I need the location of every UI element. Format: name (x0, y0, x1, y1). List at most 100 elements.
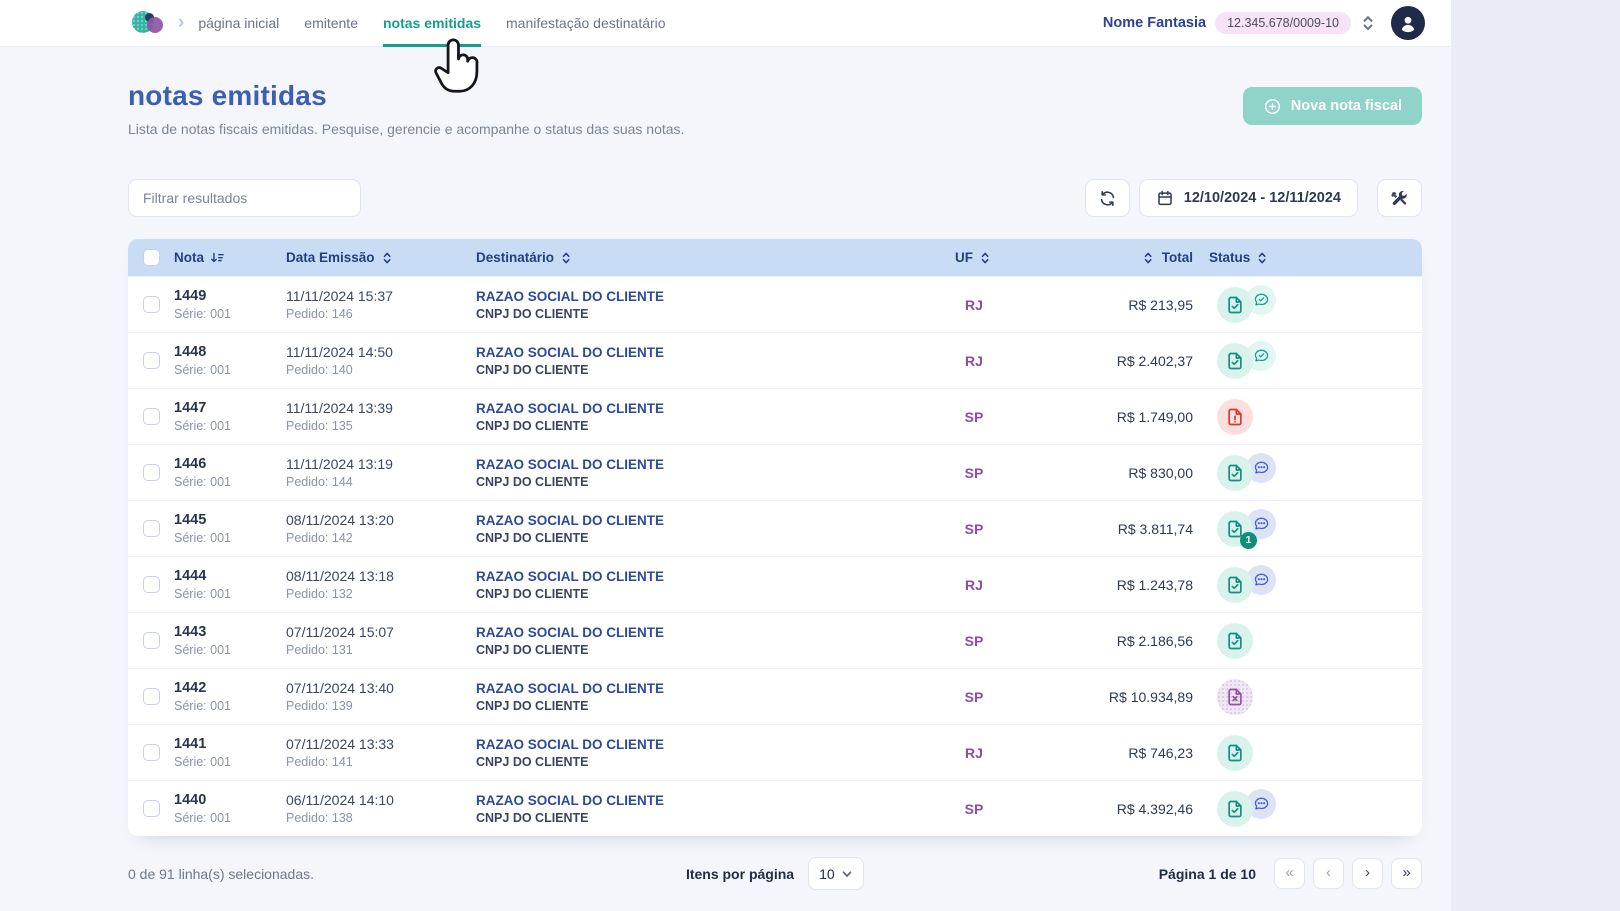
table-row[interactable]: 1444 Série: 001 08/11/2024 13:18 Pedido:… (128, 556, 1422, 612)
tools-wrench-screwdriver-icon (1391, 190, 1407, 205)
plus-circle-icon (1264, 98, 1280, 114)
uf-state: SP (964, 408, 984, 425)
company-switcher-chevrons-icon[interactable] (1360, 15, 1376, 31)
nav-item-emitente[interactable]: emitente (304, 0, 358, 47)
uf-state: SP (964, 688, 984, 705)
refresh-button[interactable] (1084, 179, 1130, 217)
order-number: Pedido: 140 (286, 363, 353, 377)
col-header-status[interactable]: Status (1209, 250, 1250, 265)
table-header-row: Nota Data Emissão Destinatário UF Total … (128, 239, 1422, 276)
new-invoice-button[interactable]: Nova nota fiscal (1242, 87, 1422, 125)
sort-chevrons-icon[interactable] (979, 251, 993, 265)
recipient-cnpj: CNPJ DO CLIENTE (476, 474, 589, 489)
row-checkbox[interactable] (142, 464, 160, 481)
recipient-cnpj: CNPJ DO CLIENTE (476, 586, 589, 601)
recipient-name: RAZAO SOCIAL DO CLIENTE (476, 344, 665, 360)
status-cell (1209, 788, 1349, 827)
uf-state: RJ (965, 576, 983, 593)
recipient-name: RAZAO SOCIAL DO CLIENTE (476, 400, 665, 416)
table-row[interactable]: 1442 Série: 001 07/11/2024 13:40 Pedido:… (128, 668, 1422, 724)
total-amount: R$ 1.749,00 (1116, 408, 1193, 425)
row-checkbox[interactable] (142, 296, 160, 313)
table-row[interactable]: 1449 Série: 001 11/11/2024 15:37 Pedido:… (128, 276, 1422, 332)
select-all-checkbox[interactable] (142, 249, 160, 266)
col-header-nota[interactable]: Nota (174, 250, 204, 265)
invoice-number: 1446 (174, 456, 207, 472)
table-row[interactable]: 1443 Série: 001 07/11/2024 15:07 Pedido:… (128, 612, 1422, 668)
issue-date: 07/11/2024 13:33 (286, 736, 394, 752)
recipient-name: RAZAO SOCIAL DO CLIENTE (476, 288, 665, 304)
sort-chevrons-icon[interactable] (381, 251, 395, 265)
invoices-table: Nota Data Emissão Destinatário UF Total … (128, 239, 1422, 836)
row-checkbox[interactable] (142, 688, 160, 705)
nav-item-manifestacao-destinatario[interactable]: manifestação destinatário (506, 0, 666, 47)
filter-input[interactable] (128, 179, 361, 217)
pagination-first-button[interactable]: « (1274, 858, 1305, 889)
table-row[interactable]: 1448 Série: 001 11/11/2024 14:50 Pedido:… (128, 332, 1422, 388)
row-checkbox[interactable] (142, 800, 160, 817)
row-checkbox[interactable] (142, 520, 160, 537)
total-amount: R$ 4.392,46 (1116, 800, 1193, 817)
status-cell (1209, 340, 1349, 379)
issue-date: 11/11/2024 13:19 (286, 456, 393, 472)
invoice-number: 1440 (174, 792, 207, 808)
sort-chevrons-icon[interactable] (1256, 251, 1270, 265)
total-amount: R$ 746,23 (1128, 744, 1193, 761)
status-cell (1209, 622, 1349, 659)
total-amount: R$ 3.811,74 (1117, 520, 1193, 537)
table-row[interactable]: 1445 Série: 001 08/11/2024 13:20 Pedido:… (128, 500, 1422, 556)
row-checkbox[interactable] (142, 408, 160, 425)
uf-state: RJ (965, 296, 983, 313)
table-row[interactable]: 1440 Série: 001 06/11/2024 14:10 Pedido:… (128, 780, 1422, 836)
col-header-destinatario[interactable]: Destinatário (476, 250, 554, 265)
nav-item-pagina-inicial[interactable]: página inicial (198, 0, 279, 47)
invoice-number: 1442 (174, 680, 207, 696)
pagination-last-button[interactable]: » (1391, 858, 1422, 889)
invoice-series: Série: 001 (174, 755, 231, 769)
recipient-name: RAZAO SOCIAL DO CLIENTE (476, 624, 665, 640)
recipient-cnpj: CNPJ DO CLIENTE (476, 530, 589, 545)
page-title: notas emitidas (128, 80, 327, 111)
uf-state: SP (964, 464, 984, 481)
advanced-tools-button[interactable] (1377, 179, 1422, 217)
row-checkbox[interactable] (142, 576, 160, 593)
issue-date: 08/11/2024 13:18 (286, 568, 394, 584)
invoice-series: Série: 001 (174, 475, 231, 489)
invoice-series: Série: 001 (174, 699, 231, 713)
table-row[interactable]: 1446 Série: 001 11/11/2024 13:19 Pedido:… (128, 444, 1422, 500)
items-per-page-select[interactable]: 10 (808, 857, 865, 890)
recipient-name: RAZAO SOCIAL DO CLIENTE (476, 792, 665, 808)
invoice-series: Série: 001 (174, 811, 231, 825)
sort-chevrons-icon[interactable] (1142, 251, 1156, 265)
calendar-icon (1158, 190, 1172, 206)
nav-item-notas-emitidas[interactable]: notas emitidas (382, 0, 482, 47)
row-checkbox[interactable] (142, 352, 160, 369)
invoice-number: 1448 (174, 344, 207, 360)
app-logo-icon[interactable] (132, 8, 166, 38)
sort-desc-icon[interactable] (210, 251, 224, 265)
table-row[interactable]: 1441 Série: 001 07/11/2024 13:33 Pedido:… (128, 724, 1422, 780)
row-checkbox[interactable] (142, 632, 160, 649)
table-footer: 0 de 91 linha(s) selecionadas. Itens por… (128, 857, 1422, 910)
refresh-icon (1100, 190, 1114, 206)
user-avatar[interactable] (1391, 6, 1425, 40)
col-header-total[interactable]: Total (1162, 250, 1193, 265)
top-navigation-bar: › página inicial emitente notas emitidas… (0, 0, 1451, 47)
pagination-next-button[interactable]: › (1352, 858, 1383, 889)
recipient-cnpj: CNPJ DO CLIENTE (476, 418, 589, 433)
row-checkbox[interactable] (142, 744, 160, 761)
order-number: Pedido: 132 (286, 587, 353, 601)
pagination-prev-button[interactable]: ‹ (1313, 858, 1344, 889)
col-header-data-emissao[interactable]: Data Emissão (286, 250, 375, 265)
total-amount: R$ 213,95 (1128, 296, 1193, 313)
status-count-badge: 1 (1240, 531, 1257, 549)
company-name: Nome Fantasia (1102, 15, 1207, 31)
date-range-button[interactable]: 12/10/2024 - 12/11/2024 (1138, 179, 1358, 217)
total-amount: R$ 2.402,37 (1116, 352, 1193, 369)
table-row[interactable]: 1447 Série: 001 11/11/2024 13:39 Pedido:… (128, 388, 1422, 444)
status-cell (1209, 398, 1349, 435)
col-header-uf[interactable]: UF (955, 250, 973, 265)
sort-chevrons-icon[interactable] (560, 251, 574, 265)
recipient-name: RAZAO SOCIAL DO CLIENTE (476, 680, 665, 696)
nav-links: página inicial emitente notas emitidas m… (198, 0, 666, 47)
